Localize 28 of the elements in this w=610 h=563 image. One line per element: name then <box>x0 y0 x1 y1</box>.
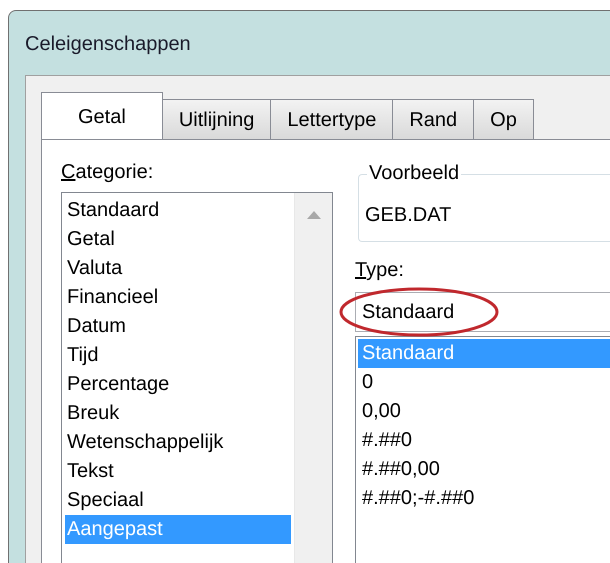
category-item[interactable]: Tijd <box>65 341 291 370</box>
preview-value: GEB.DAT <box>365 203 452 227</box>
tab[interactable]: Getal <box>41 92 163 139</box>
tab[interactable]: Uitlijning <box>162 99 272 139</box>
tab[interactable]: Op <box>473 99 534 139</box>
window-title: Celeigenschappen <box>25 32 192 57</box>
category-item[interactable]: Percentage <box>65 370 291 399</box>
category-item[interactable]: Speciaal <box>65 486 291 515</box>
category-item[interactable]: Tekst <box>65 457 291 486</box>
category-item[interactable]: Valuta <box>65 254 291 283</box>
category-item[interactable]: Datum <box>65 312 291 341</box>
type-input-field[interactable]: Standaard <box>355 292 610 332</box>
scroll-up-icon[interactable] <box>306 211 320 219</box>
type-item[interactable]: #.##0,00 <box>358 455 610 484</box>
type-label: Type: <box>355 258 405 283</box>
type-item[interactable]: #.##0;-#.##0 <box>358 484 610 513</box>
category-item[interactable]: Financieel <box>65 283 291 312</box>
type-item[interactable]: 0 <box>358 368 610 397</box>
tab[interactable]: Lettertype <box>270 99 394 139</box>
type-item[interactable]: #.##0 <box>358 426 610 455</box>
scrollbar[interactable] <box>294 193 332 563</box>
tab[interactable]: Rand <box>392 99 474 139</box>
category-item[interactable]: Getal <box>65 225 291 254</box>
type-item[interactable]: 0,00 <box>358 397 610 426</box>
category-item[interactable]: Wetenschappelijk <box>65 428 291 457</box>
category-label: Categorie: <box>61 160 154 185</box>
category-item[interactable]: Standaard <box>65 196 291 225</box>
category-item[interactable]: Breuk <box>65 399 291 428</box>
